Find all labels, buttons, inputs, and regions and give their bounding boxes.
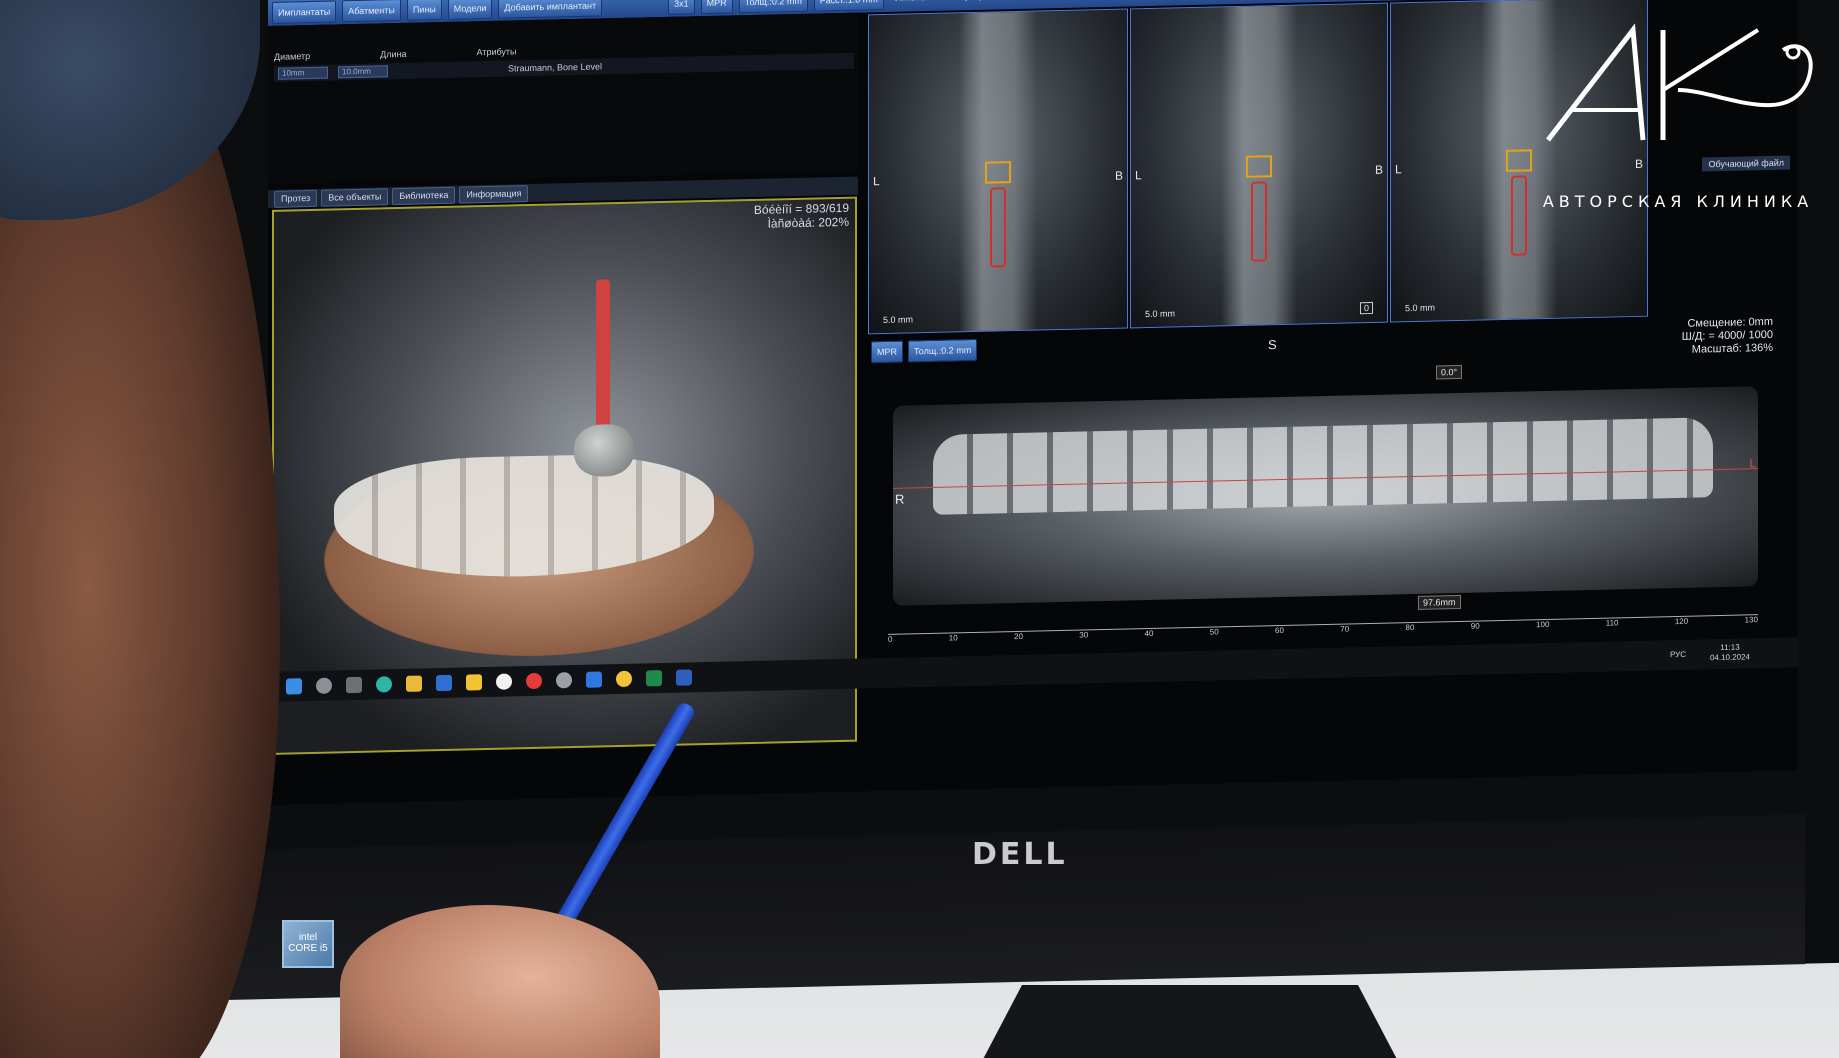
intel-sticker: intel CORE i5	[282, 920, 334, 968]
3d-readout-line2: Ìàñøòàá: 202%	[767, 214, 849, 231]
length-field[interactable]: 10.0mm	[338, 65, 388, 79]
ruler-tick-label: 40	[1144, 628, 1154, 639]
implant-outline	[1511, 175, 1528, 256]
slice-button-mpr[interactable]: MPR	[700, 0, 733, 15]
taskbar-clock[interactable]: 11:13 04.10.2024	[1710, 642, 1750, 663]
abutment-outline	[985, 161, 1012, 185]
store-icon[interactable]	[436, 674, 452, 692]
ruler-tick-label: 20	[1014, 631, 1023, 642]
pano-thickness[interactable]: Толщ.:0.2 mm	[908, 338, 978, 363]
crown-model	[574, 423, 634, 478]
scale-label: 5.0 mm	[1145, 308, 1176, 320]
slice-thickness[interactable]: Толщ.:0.2 mm	[738, 0, 808, 14]
yandex-icon[interactable]	[526, 672, 542, 690]
word-icon[interactable]	[676, 669, 692, 686]
tab-all-objects[interactable]: Все объекты	[321, 188, 389, 207]
search-icon[interactable]	[316, 677, 332, 694]
language-indicator[interactable]: РУС	[1670, 650, 1686, 659]
yandex-browser-icon[interactable]	[496, 673, 512, 690]
scale-label: 5.0 mm	[883, 314, 914, 326]
clock-date: 04.10.2024	[1709, 652, 1750, 663]
implant-panel	[268, 12, 858, 185]
panoramic-view[interactable]: R L	[893, 386, 1758, 606]
logo-monogram	[1528, 20, 1828, 170]
excel-icon[interactable]	[646, 670, 662, 687]
side-left: L	[1395, 162, 1402, 177]
header-length: Длина	[380, 48, 407, 60]
pano-mpr-button[interactable]: MPR	[871, 340, 903, 364]
pano-toolbar: MPR Толщ.:0.2 mm	[871, 338, 978, 364]
slice-slider-value[interactable]: 0	[1359, 301, 1373, 315]
ruler-tick-label: 60	[1275, 625, 1284, 636]
side-left: L	[873, 174, 880, 189]
ruler-tick-label: 110	[1605, 618, 1619, 628]
ruler-tick-label: 80	[1405, 622, 1415, 633]
pano-top-label: S	[1268, 337, 1277, 353]
diameter-field[interactable]: 10mm	[278, 66, 328, 80]
pano-info: Смещение: 0mm Ш/Д: = 4000/ 1000 Масштаб:…	[1682, 316, 1773, 357]
intensity-readout: Интенсивность при (15.6,-6.4,-21.9)=118	[890, 0, 1067, 10]
tab-library[interactable]: Библиотека	[392, 186, 456, 206]
cross-section-2[interactable]: L B 5.0 mm 0	[1130, 2, 1388, 329]
ruler-tick-label: 130	[1744, 615, 1758, 625]
pano-side-right: L	[1749, 456, 1756, 471]
ruler-tick-label: 90	[1470, 621, 1480, 631]
dell-logo: DELL	[972, 837, 1068, 872]
header-attributes: Атрибуты	[476, 46, 517, 58]
dental-app-icon[interactable]	[586, 671, 602, 688]
scale-label: 5.0 mm	[1405, 302, 1436, 314]
edge-icon[interactable]	[376, 676, 392, 693]
toolbar-button-abutments[interactable]: Абатменты	[342, 0, 401, 23]
pano-teeth	[933, 417, 1713, 515]
ruler-tick-label: 50	[1209, 627, 1219, 637]
ruler-tick-label: 120	[1674, 616, 1689, 627]
monitor-stand	[980, 985, 1400, 1058]
cross-section-1[interactable]: L B 5.0 mm	[868, 8, 1128, 335]
ruler-tick-label: 30	[1079, 630, 1089, 640]
logo-text: АВТОРСКАЯ КЛИНИКА	[1542, 192, 1814, 211]
toolbar-button-models[interactable]: Модели	[447, 0, 493, 20]
notes-icon[interactable]	[466, 674, 482, 691]
abutment-outline	[1246, 155, 1273, 179]
pano-side-left: R	[895, 491, 905, 507]
3d-readout: Вóéèíîí = 893/619 Ìàñøòàá: 202%	[754, 201, 849, 231]
tab-prosthesis[interactable]: Протез	[274, 189, 318, 208]
pano-angle[interactable]: 0.0°	[1436, 364, 1463, 380]
ruler-tick-label: 100	[1536, 619, 1550, 630]
logo-monogram-svg	[1546, 23, 1813, 142]
slice-distance[interactable]: Расст.:1.0 mm	[813, 0, 884, 12]
start-icon[interactable]	[286, 678, 302, 695]
add-implant-button[interactable]: Добавить имплантант	[498, 0, 603, 19]
side-right: B	[1374, 162, 1383, 177]
1c-icon[interactable]	[616, 670, 632, 688]
ruler-tick-label: 10	[948, 633, 958, 643]
toolbar-button-implants[interactable]: Имплантаты	[272, 0, 337, 24]
folder-icon[interactable]	[406, 675, 422, 692]
ruler-tick-label: 70	[1340, 624, 1350, 634]
implant-outline	[990, 187, 1007, 268]
implant-outline	[1251, 181, 1268, 262]
side-right: B	[1114, 168, 1123, 183]
implant-axis	[596, 279, 610, 440]
header-diameter: Диаметр	[274, 51, 311, 62]
tab-information[interactable]: Информация	[459, 185, 529, 204]
task-view-icon[interactable]	[346, 676, 362, 694]
photo-scene: DELL intel CORE i5 Имплантаты Абатменты …	[0, 0, 1839, 1058]
clinic-logo: АВТОРСКАЯ КЛИНИКА	[1528, 20, 1828, 215]
pano-length[interactable]: 97.6mm	[1418, 594, 1461, 610]
slice-button-layout[interactable]: 3x1	[668, 0, 695, 15]
pano-zoom: Масштаб: 136%	[1691, 341, 1773, 356]
ruler-tick-label: 0	[888, 634, 893, 644]
app-icon[interactable]	[556, 672, 572, 689]
toolbar-button-pins[interactable]: Пины	[406, 0, 442, 21]
side-left: L	[1135, 168, 1142, 183]
implant-name: Straumann, Bone Level	[508, 61, 603, 74]
